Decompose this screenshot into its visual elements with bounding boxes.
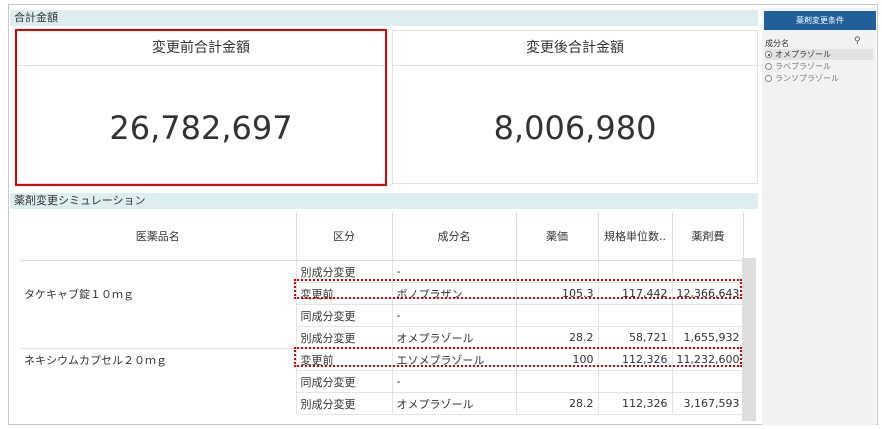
cell-drug [20,260,297,283]
col-header-drug[interactable]: 医薬品名 [20,212,297,261]
cell-ingredient: - [392,370,517,393]
filter-option-omeprazole[interactable]: オメプラゾール [765,49,873,60]
cell-units: 58,721 [598,326,673,349]
total-section-header: 合計金額 [10,10,758,26]
radio-icon [765,75,772,82]
cell-cost [672,370,745,393]
simulation-section-header: 薬剤変更シミュレーション [10,193,758,209]
col-header-ingredient[interactable]: 成分名 [392,212,517,261]
filter-option-rabeprazole[interactable]: ラベプラゾール [765,61,873,72]
cell-cost [672,304,745,327]
col-header-cost[interactable]: 薬剤費 [672,212,745,261]
cell-drug [20,326,297,349]
cell-drug: タケキャブ錠１０ｍｇ [20,282,297,305]
before-row-highlight-1 [294,279,742,299]
cell-kubun: 別成分変更 [296,392,393,415]
cell-units: 112,326 [598,392,673,415]
cell-price [516,370,599,393]
before-row-highlight-2 [294,347,742,367]
cell-price: 28.2 [516,392,599,415]
cell-kubun: 同成分変更 [296,304,393,327]
after-total-value: 8,006,980 [493,109,657,147]
table-row: 同成分変更 - [20,370,745,393]
filter-conditions-button[interactable]: 薬剤変更条件 [764,11,876,30]
filter-option-label: ランソプラゾール [775,74,839,83]
filter-option-label: オメプラゾール [775,50,831,59]
col-header-kubun[interactable]: 区分 [296,212,393,261]
radio-icon [765,63,772,70]
before-total-highlight [15,29,387,186]
radio-selected-icon [765,51,772,58]
table-row: 別成分変更 オメプラゾール 28.2 58,721 1,655,932 [20,326,745,349]
cell-units [598,304,673,327]
cell-ingredient: オメプラゾール [392,392,517,415]
filter-ingredient-label: 成分名 [765,39,789,48]
table-header-row: 医薬品名 区分 成分名 薬価 規格単位数.. 薬剤費 [20,212,745,261]
after-total-title: 変更後合計金額 [393,31,757,66]
after-total-card: 変更後合計金額 8,006,980 [392,30,758,184]
cell-units [598,370,673,393]
table-scrollbar[interactable] [742,258,756,421]
cell-ingredient: オメプラゾール [392,326,517,349]
col-header-price[interactable]: 薬価 [516,212,599,261]
cell-price [516,304,599,327]
cell-kubun: 別成分変更 [296,326,393,349]
cell-drug [20,304,297,327]
cell-kubun: 同成分変更 [296,370,393,393]
cell-cost: 1,655,932 [672,326,745,349]
simulation-table: 医薬品名 区分 成分名 薬価 規格単位数.. 薬剤費 別成分変更 - タケキャブ… [20,212,758,421]
filter-option-label: ラベプラゾール [775,62,831,71]
cell-drug: ネキシウムカプセル２０ｍｇ [20,348,297,371]
cell-cost: 3,167,593 [672,392,745,415]
table-row: 別成分変更 オメプラゾール 28.2 112,326 3,167,593 [20,392,745,415]
search-icon[interactable]: ⚲ [854,36,861,46]
cell-drug [20,370,297,393]
cell-ingredient: - [392,304,517,327]
filter-panel: 薬剤変更条件 成分名 ⚲ オメプラゾール ラベプラゾール ランソプラゾール [762,8,876,425]
col-header-units[interactable]: 規格単位数.. [598,212,673,261]
filter-option-lansoprazole[interactable]: ランソプラゾール [765,73,873,84]
table-row: 同成分変更 - [20,304,745,327]
cell-price: 28.2 [516,326,599,349]
cell-drug [20,392,297,415]
